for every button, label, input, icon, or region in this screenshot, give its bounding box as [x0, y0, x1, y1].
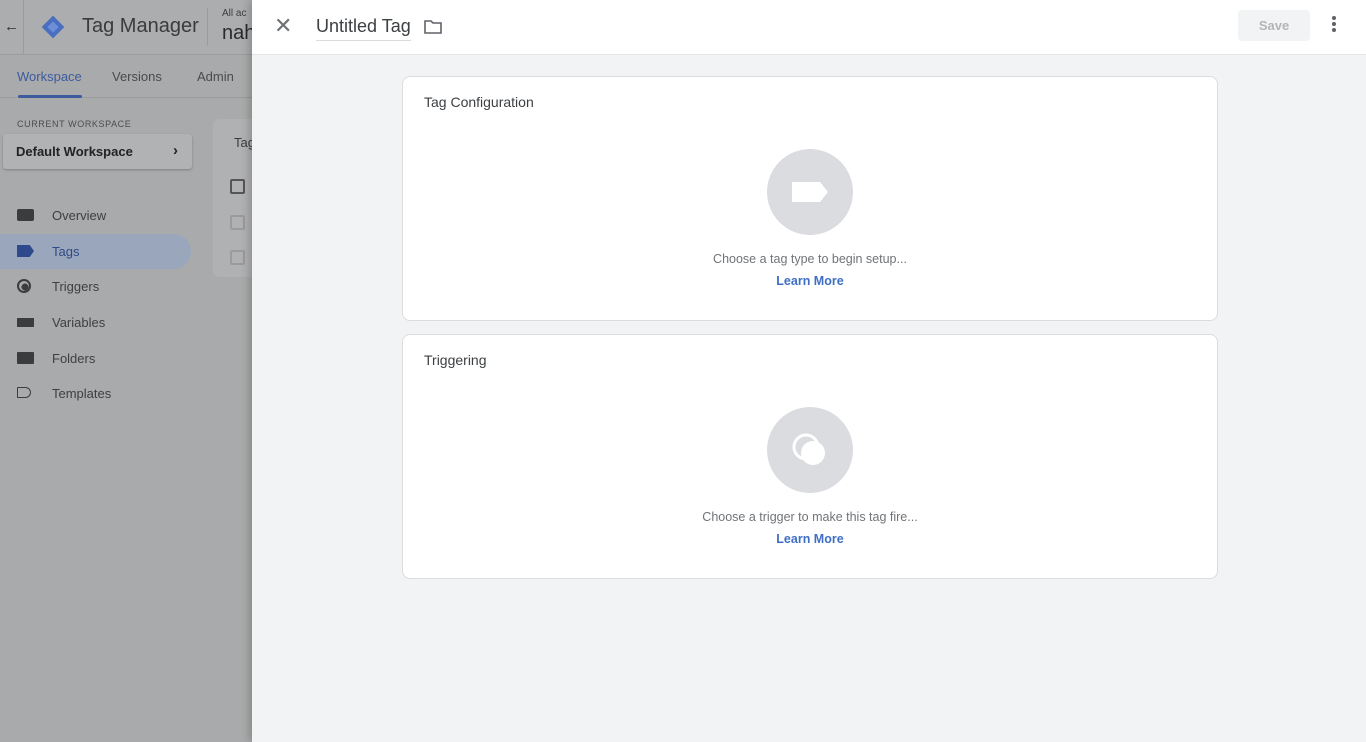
more-options-icon[interactable] — [1332, 16, 1336, 34]
sidebar-item-variables[interactable]: Variables — [0, 305, 191, 340]
close-icon[interactable]: ✕ — [274, 13, 292, 39]
sidebar-item-triggers[interactable]: Triggers — [0, 269, 191, 304]
trigger-icon — [792, 433, 825, 465]
back-arrow-icon[interactable]: ← — [4, 18, 19, 35]
triggering-card[interactable]: Triggering Choose a trigger to make this… — [402, 334, 1218, 579]
active-tab-indicator — [18, 95, 82, 98]
account-label: All ac — [222, 8, 247, 19]
learn-more-link[interactable]: Learn More — [776, 274, 843, 288]
current-workspace-label: CURRENT WORKSPACE — [17, 119, 132, 129]
tab-workspace[interactable]: Workspace — [17, 69, 82, 84]
sidebar-item-label: Triggers — [52, 279, 100, 294]
triggering-hint: Choose a trigger to make this tag fire..… — [702, 510, 918, 524]
row-checkbox[interactable] — [230, 250, 245, 265]
app-header: ← Tag Manager All ac nah — [0, 0, 255, 55]
sidebar-item-label: Tags — [52, 244, 80, 259]
sidebar-item-label: Variables — [52, 315, 106, 330]
folder-icon — [17, 352, 34, 364]
folder-icon[interactable] — [424, 20, 442, 34]
save-button[interactable]: Save — [1238, 10, 1310, 41]
app-name: Tag Manager — [82, 15, 199, 37]
panel-header: ✕ Untitled Tag Save — [252, 0, 1366, 55]
sidebar-item-overview[interactable]: Overview — [0, 198, 191, 233]
divider — [23, 0, 24, 55]
overview-icon — [17, 209, 34, 221]
choose-trigger-button[interactable] — [767, 407, 853, 493]
learn-more-link[interactable]: Learn More — [776, 532, 843, 546]
main-tabs: Workspace Versions Admin — [0, 56, 252, 98]
tag-manager-logo — [41, 15, 65, 39]
tag-name-input[interactable]: Untitled Tag — [316, 16, 411, 41]
background-app: ← Tag Manager All ac nah Workspace Versi… — [0, 0, 255, 742]
sidebar-item-label: Templates — [52, 386, 112, 401]
workspace-name: Default Workspace — [16, 144, 133, 159]
tag-configuration-card[interactable]: Tag Configuration Choose a tag type to b… — [402, 76, 1218, 321]
variables-icon — [17, 318, 34, 327]
sidebar-item-label: Overview — [52, 208, 107, 223]
chevron-right-icon: › — [173, 142, 178, 159]
triggering-heading: Triggering — [424, 352, 487, 368]
sidebar-item-tags[interactable]: Tags — [0, 234, 191, 269]
divider — [207, 8, 208, 46]
workspace-selector[interactable]: Default Workspace › — [3, 134, 192, 169]
sidebar-item-folders[interactable]: Folders — [0, 341, 191, 376]
account-name[interactable]: nah — [222, 22, 255, 45]
tab-admin[interactable]: Admin — [197, 69, 234, 84]
tag-editor-panel: ✕ Untitled Tag Save Tag Configuration Ch… — [252, 0, 1366, 742]
tab-versions[interactable]: Versions — [112, 69, 162, 84]
tag-icon — [792, 182, 828, 202]
sidebar-item-label: Folders — [52, 351, 96, 366]
select-all-checkbox[interactable] — [230, 179, 245, 194]
choose-tag-type-button[interactable] — [767, 149, 853, 235]
template-icon — [17, 387, 31, 398]
tag-icon — [17, 245, 34, 257]
tags-card: Tag — [213, 119, 255, 277]
sidebar-item-templates[interactable]: Templates — [0, 376, 191, 411]
row-checkbox[interactable] — [230, 215, 245, 230]
trigger-icon — [17, 279, 31, 293]
tag-configuration-heading: Tag Configuration — [424, 94, 534, 110]
tag-config-hint: Choose a tag type to begin setup... — [713, 252, 907, 266]
